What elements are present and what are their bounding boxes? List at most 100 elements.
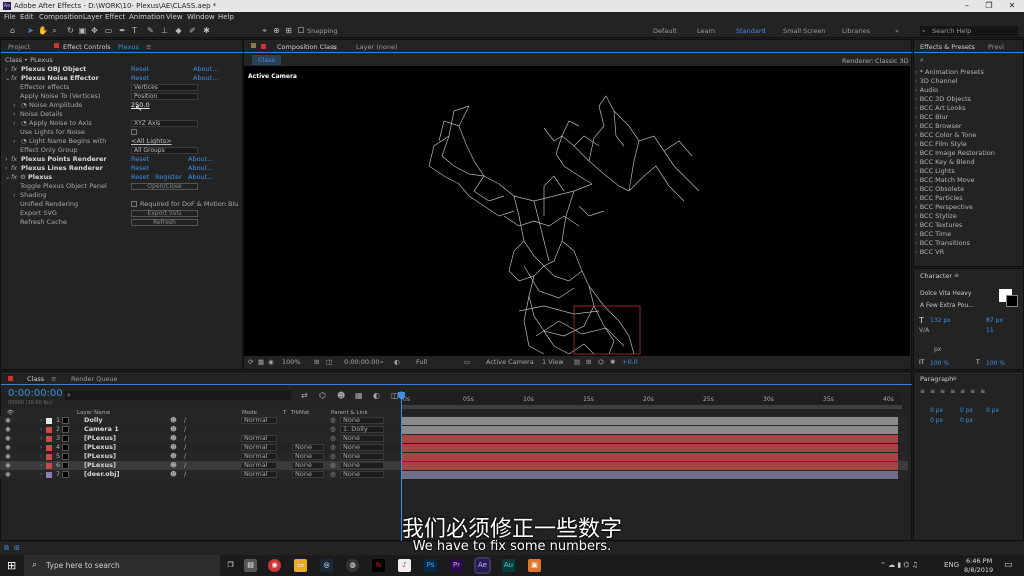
font-style-dropdown[interactable]: A Few Extra Pou... xyxy=(920,302,974,309)
effects-category-item[interactable]: › BCC Transitions xyxy=(915,239,1015,248)
draft3d-switch-icon[interactable]: ⌬ xyxy=(319,391,326,400)
font-size-value[interactable]: 132 px xyxy=(930,317,951,324)
selection-tool-icon[interactable]: ➤ xyxy=(26,26,35,35)
layer-mode-dropdown[interactable]: Normal xyxy=(241,462,277,469)
task-view-icon[interactable]: ❐ xyxy=(224,559,237,572)
folder-icon[interactable]: ▭ xyxy=(294,559,307,572)
motion-blur-icon[interactable]: ◐ xyxy=(373,391,380,400)
tab-composition[interactable]: Composition Class xyxy=(277,43,337,51)
graph-editor-icon[interactable]: ◫ xyxy=(391,391,399,400)
stroke-width-unit[interactable]: px xyxy=(934,346,941,353)
tray-icons[interactable]: ⌃ ☁ ▮ ⌬ ♫ xyxy=(880,561,918,569)
effect-plexus[interactable]: ⌄ fx ⚙ Plexus Reset Register About... xyxy=(1,173,243,182)
layer-name[interactable]: [PLexus] xyxy=(84,443,116,452)
pan-behind-tool-icon[interactable]: ✥ xyxy=(90,26,99,35)
layer-mode-dropdown[interactable]: Normal xyxy=(241,444,277,451)
expand-layer-icon[interactable]: › xyxy=(40,461,43,470)
snapping-checkbox[interactable] xyxy=(298,27,304,33)
indent-left-value[interactable]: 0 px xyxy=(930,407,943,414)
layer-duration-bar[interactable] xyxy=(401,425,898,434)
about-link[interactable]: About... xyxy=(188,155,213,164)
resolution-icon[interactable]: ⊞ xyxy=(314,356,319,368)
indent-first-value[interactable]: 0 px xyxy=(986,407,999,414)
layer-label-color[interactable] xyxy=(46,426,52,433)
workspace-standard[interactable]: Standard xyxy=(736,27,766,35)
quality-switch-icon[interactable]: / xyxy=(184,416,186,425)
pickwhip-icon[interactable]: ◎ xyxy=(330,461,336,470)
clock-time[interactable]: 6:46 PM xyxy=(966,557,992,565)
parent-dropdown[interactable]: None xyxy=(340,435,384,442)
effects-category-item[interactable]: › BCC Particles xyxy=(915,194,1015,203)
prop-noise-details[interactable]: › Noise Details xyxy=(1,110,243,119)
layer-name[interactable]: [PLexus] xyxy=(84,434,116,443)
reset-link[interactable]: Reset xyxy=(131,173,149,182)
layer-name[interactable]: [PLexus] xyxy=(84,461,116,470)
effects-category-item[interactable]: › BCC Browser xyxy=(915,122,1015,131)
parent-dropdown[interactable]: None xyxy=(340,453,384,460)
effect-group-dropdown[interactable]: All Groups xyxy=(131,147,198,154)
clone-stamp-tool-icon[interactable]: ⊥ xyxy=(160,26,169,35)
timeline-layer-row[interactable]: ◉ › 7 [deer.obj] ☻ / Normal None ◎ None xyxy=(0,470,908,479)
effects-category-item[interactable]: › BCC Key & Blend xyxy=(915,158,1015,167)
visibility-eye-icon[interactable]: ◉ xyxy=(5,425,11,434)
panel-menu-icon[interactable]: ≡ xyxy=(146,43,151,51)
menu-composition[interactable]: Composition xyxy=(39,13,83,21)
exposure-icon[interactable]: ✺ xyxy=(610,356,615,368)
workspace-learn[interactable]: Learn xyxy=(697,27,715,35)
tab-timeline-class[interactable]: Class xyxy=(27,375,44,383)
layer-mode-dropdown[interactable]: Normal xyxy=(241,417,277,424)
effects-category-item[interactable]: › BCC Art Looks xyxy=(915,104,1015,113)
comp-flow-icon[interactable]: ⇄ xyxy=(301,391,308,400)
parent-dropdown[interactable]: 1. Dolly xyxy=(340,426,384,433)
panel-menu-icon[interactable]: ≡ xyxy=(952,375,957,382)
layer-mode-dropdown[interactable]: Normal xyxy=(241,435,277,442)
reset-link[interactable]: Reset xyxy=(131,164,149,173)
timeline-timecode[interactable]: 0:00:00:00 xyxy=(8,388,63,399)
about-link[interactable]: About... xyxy=(193,74,218,83)
tracking-value[interactable]: 11 xyxy=(986,327,994,334)
minimize-button[interactable]: – xyxy=(960,1,974,10)
quality-switch-icon[interactable]: / xyxy=(184,443,186,452)
effects-category-item[interactable]: › BCC Perspective xyxy=(915,203,1015,212)
effects-category-item[interactable]: › BCC Lights xyxy=(915,167,1015,176)
shy-switch-icon[interactable]: ☻ xyxy=(170,434,177,443)
tab-layer[interactable]: Layer (none) xyxy=(356,43,397,51)
workspace-overflow-icon[interactable]: » xyxy=(895,27,899,35)
rotate-tool-icon[interactable]: ↻ xyxy=(66,26,75,35)
parent-dropdown[interactable]: None xyxy=(340,471,384,478)
renderer-value[interactable]: Classic 3D xyxy=(875,57,909,65)
tab-effect-controls[interactable]: Effect Controls xyxy=(63,43,111,51)
shape-tool-icon[interactable]: ▭ xyxy=(104,26,113,35)
menu-window[interactable]: Window xyxy=(187,13,215,21)
horizontal-scale-value[interactable]: 100 % xyxy=(986,360,1005,367)
home-icon[interactable]: ⌂ xyxy=(8,26,17,35)
quality-switch-icon[interactable]: / xyxy=(184,425,186,434)
menu-edit[interactable]: Edit xyxy=(20,13,34,21)
quality-switch-icon[interactable]: / xyxy=(184,434,186,443)
shy-icon[interactable]: ☻ xyxy=(337,391,345,400)
parent-dropdown[interactable]: None xyxy=(340,462,384,469)
trkmat-dropdown[interactable]: None xyxy=(292,453,324,460)
zoom-dropdown[interactable]: 100% xyxy=(282,356,301,368)
effects-category-item[interactable]: › 3D Channel xyxy=(915,77,1015,86)
light-name-value[interactable]: <All Lights> xyxy=(131,137,172,146)
workspace-libraries[interactable]: Libraries xyxy=(842,27,870,35)
axis-view-icon[interactable]: ⊞ xyxy=(284,26,293,35)
layer-mode-dropdown[interactable]: Normal xyxy=(241,453,277,460)
flowchart-icon[interactable]: ⊞ xyxy=(586,356,591,368)
current-time[interactable]: 0:00:00:00 xyxy=(344,356,380,368)
refresh-button[interactable]: Refresh xyxy=(131,219,198,226)
menu-help[interactable]: Help xyxy=(218,13,234,21)
hand-tool-icon[interactable]: ✋ xyxy=(38,26,48,35)
steam-icon[interactable]: ◎ xyxy=(320,559,333,572)
effect-plexus-lines-renderer[interactable]: › fx Plexus Lines Renderer Reset About... xyxy=(1,164,243,173)
quality-switch-icon[interactable]: / xyxy=(184,470,186,479)
effects-category-item[interactable]: › * Animation Presets xyxy=(915,68,1015,77)
layer-duration-bar[interactable] xyxy=(401,434,898,443)
timeline-layer-row[interactable]: ◉ › 4 [PLexus] ☻ / Normal None ◎ None xyxy=(0,443,908,452)
shy-switch-icon[interactable]: ☻ xyxy=(170,416,177,425)
visibility-eye-icon[interactable]: ◉ xyxy=(5,461,11,470)
pickwhip-icon[interactable]: ◎ xyxy=(330,452,336,461)
panel-menu-icon[interactable]: ≡ xyxy=(51,375,56,383)
effects-category-item[interactable]: › BCC Stylize xyxy=(915,212,1015,221)
